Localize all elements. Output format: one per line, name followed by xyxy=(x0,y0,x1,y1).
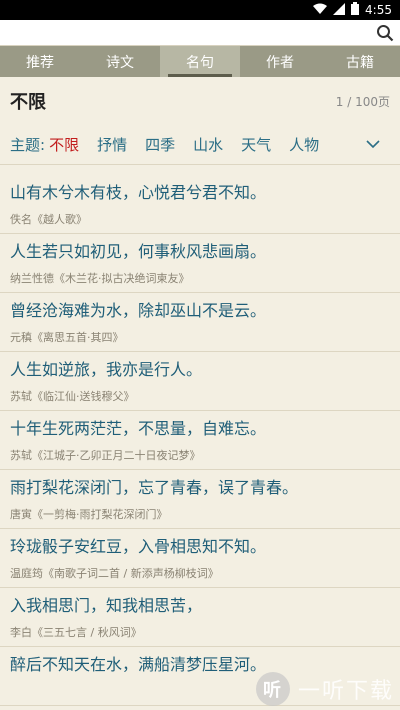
list-item[interactable]: 曾经沧海难为水，除却巫山不是云。 元稹《离思五首·其四》 xyxy=(0,293,400,352)
topic-chip-lyric[interactable]: 抒情 xyxy=(97,134,127,155)
quote-source: 苏轼《临江仙·送钱穆父》 xyxy=(10,390,135,403)
tab-famous-lines[interactable]: 名句 xyxy=(160,46,240,77)
quote-verse: 人生如逆旅，我亦是行人。 xyxy=(10,360,203,379)
watermark: 听 一听下载 xyxy=(255,672,394,706)
quote-source: 佚名《越人歌》 xyxy=(10,213,87,226)
tab-poems[interactable]: 诗文 xyxy=(80,46,160,77)
watermark-logo-icon: 听 xyxy=(255,672,290,706)
status-bar: 4:55 xyxy=(0,0,400,20)
topic-chip-landscape[interactable]: 山水 xyxy=(193,134,223,155)
quote-source: 李白《三五七言 / 秋风词》 xyxy=(10,626,142,639)
topic-chip-seasons[interactable]: 四季 xyxy=(145,134,175,155)
quote-source: 苏轼《江城子·乙卯正月二十日夜记梦》 xyxy=(10,449,201,462)
watermark-text: 一听下载 xyxy=(297,679,394,704)
quote-source: 纳兰性德《木兰花·拟古决绝词柬友》 xyxy=(10,272,190,285)
quote-verse: 山有木兮木有枝，心悦君兮君不知。 xyxy=(10,183,267,202)
list-item[interactable]: 玲珑骰子安红豆，入骨相思知不知。 温庭筠《南歌子词二首 / 新添声杨柳枝词》 xyxy=(0,529,400,588)
search-input[interactable] xyxy=(0,20,370,46)
topic-chip-people[interactable]: 人物 xyxy=(289,134,319,155)
search-icon[interactable] xyxy=(376,24,394,42)
list-item[interactable]: 山有木兮木有枝，心悦君兮君不知。 佚名《越人歌》 xyxy=(0,175,400,234)
wifi-icon xyxy=(313,3,328,18)
topic-label: 主题: xyxy=(10,136,46,154)
list-item[interactable]: 雨打梨花深闭门，忘了青春，误了青春。 唐寅《一剪梅·雨打梨花深闭门》 xyxy=(0,470,400,529)
topic-chip-weather[interactable]: 天气 xyxy=(241,134,271,155)
quote-verse: 十年生死两茫茫，不思量，自难忘。 xyxy=(10,419,267,438)
quote-verse: 曾经沧海难为水，除却巫山不是云。 xyxy=(10,301,267,320)
chevron-down-icon[interactable] xyxy=(366,137,380,153)
list-header: 不限 1 / 100页 xyxy=(0,77,400,125)
topic-chip-all[interactable]: 不限 xyxy=(49,134,79,155)
tab-recommend[interactable]: 推荐 xyxy=(0,46,80,77)
tab-authors[interactable]: 作者 xyxy=(240,46,320,77)
quote-verse: 雨打梨花深闭门，忘了青春，误了青春。 xyxy=(10,478,299,497)
quote-verse: 玲珑骰子安红豆，入骨相思知不知。 xyxy=(10,537,267,556)
search-bar xyxy=(0,20,400,46)
signal-icon xyxy=(333,2,346,18)
quote-source: 唐寅《一剪梅·雨打梨花深闭门》 xyxy=(10,508,168,521)
list-item[interactable]: 人生若只如初见，何事秋风悲画扇。 纳兰性德《木兰花·拟古决绝词柬友》 xyxy=(0,234,400,293)
page-counter: 1 / 100页 xyxy=(335,94,390,109)
quote-source: 温庭筠《南歌子词二首 / 新添声杨柳枝词》 xyxy=(10,567,219,580)
status-time: 4:55 xyxy=(365,3,392,17)
list-item[interactable]: 人生如逆旅，我亦是行人。 苏轼《临江仙·送钱穆父》 xyxy=(0,352,400,411)
main-tabs: 推荐 诗文 名句 作者 古籍 xyxy=(0,46,400,77)
quote-source: 元稹《离思五首·其四》 xyxy=(10,331,124,344)
quote-verse: 入我相思门，知我相思苦， xyxy=(10,596,203,615)
list-item[interactable]: 十年生死两茫茫，不思量，自难忘。 苏轼《江城子·乙卯正月二十日夜记梦》 xyxy=(0,411,400,470)
quote-list: 山有木兮木有枝，心悦君兮君不知。 佚名《越人歌》 人生若只如初见，何事秋风悲画扇… xyxy=(0,175,400,706)
battery-icon xyxy=(351,2,360,18)
topic-filter: 主题: 不限 抒情 四季 山水 天气 人物 xyxy=(0,125,400,165)
quote-verse: 人生若只如初见，何事秋风悲画扇。 xyxy=(10,242,267,261)
page-title: 不限 xyxy=(10,92,46,113)
tab-classics[interactable]: 古籍 xyxy=(320,46,400,77)
list-item[interactable]: 入我相思门，知我相思苦， 李白《三五七言 / 秋风词》 xyxy=(0,588,400,647)
